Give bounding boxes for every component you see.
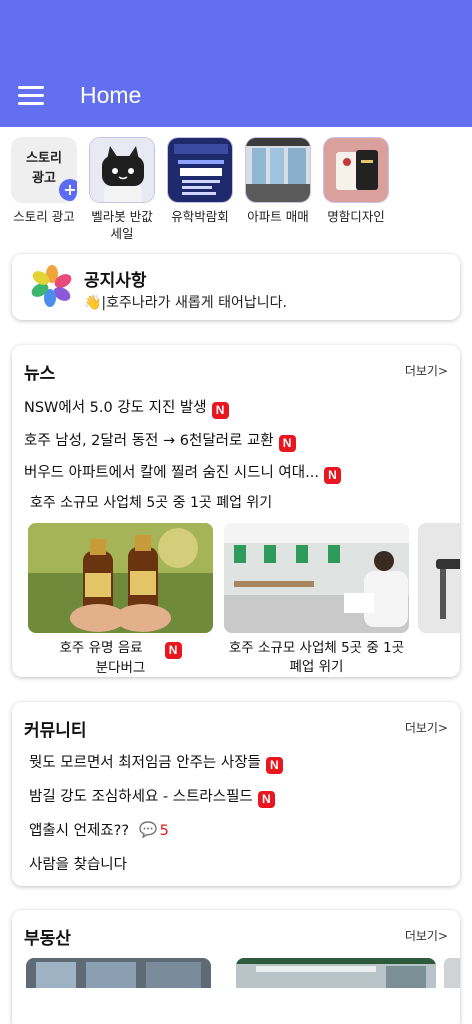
news-item[interactable]: 호주 소규모 사업체 5곳 중 1곳 폐업 위기 [30, 492, 272, 512]
news-thumb-card[interactable]: 호주 소규모 사업체 5곳 중 1곳 폐업 위기 [224, 523, 409, 673]
more-link[interactable]: 더보기> [405, 719, 448, 736]
new-badge: N [265, 757, 283, 774]
community-item-text: 밤길 강도 조심하세요 - 스트라스필드 [29, 789, 253, 805]
news-thumb-image [224, 523, 409, 633]
notice-subtitle: 👋|호주나라가 새롭게 태어납니다. [84, 295, 287, 311]
story-label: 벨라봇 반값 세일 [91, 209, 153, 241]
comment-count: 5 [159, 823, 169, 839]
story-thumb-poster [167, 137, 233, 203]
story-item-ad[interactable]: 스토리 광고 + 스토리 광고 [4, 137, 84, 225]
app-logo-icon [31, 265, 72, 307]
news-thumb-caption: 호주 유명 음료 N 분다버그 [28, 639, 213, 673]
new-badge: N [257, 791, 275, 808]
news-item[interactable]: NSW에서 5.0 강도 지진 발생 N [24, 396, 229, 419]
plus-icon[interactable]: + [59, 179, 77, 201]
comment-icon [138, 821, 157, 838]
news-thumb-caption: 호주 소규모 사업체 5곳 중 1곳 폐업 위기 [228, 640, 405, 673]
community-item-text: 사람을 찾습니다 [29, 857, 127, 873]
story-thumb: 스토리 광고 + [11, 137, 77, 203]
news-item-text: 호주 남성, 2달러 동전 → 6천달러로 교환 [24, 433, 274, 449]
story-thumb-cards [323, 137, 389, 203]
hamburger-menu-icon[interactable] [18, 86, 44, 106]
estate-thumb-image[interactable] [26, 958, 211, 988]
community-item[interactable]: 뭣도 모르면서 최저임금 안주는 사장들 N [29, 751, 283, 774]
story-item-fair[interactable]: 유학박람회 [160, 137, 240, 225]
news-section: 뉴스 더보기> NSW에서 5.0 강도 지진 발생 N 호주 남성, 2달러 동… [12, 345, 460, 677]
community-item[interactable]: 밤길 강도 조심하세요 - 스트라스필드 N [29, 785, 275, 808]
story-carousel: 스토리 광고 + 스토리 광고 벨라봇 반값 세일 유학박람회 아파트 매매 명… [0, 135, 472, 247]
new-badge: N [164, 642, 182, 659]
story-item-apartment[interactable]: 아파트 매매 [238, 137, 318, 225]
news-item-text: NSW에서 5.0 강도 지진 발생 [24, 400, 207, 416]
news-item[interactable]: 호주 남성, 2달러 동전 → 6천달러로 교환 N [24, 429, 296, 452]
new-badge: N [323, 467, 341, 484]
new-badge: N [278, 435, 296, 452]
story-label: 아파트 매매 [247, 209, 309, 224]
community-section: 커뮤니티 더보기> 뭣도 모르면서 최저임금 안주는 사장들 N 밤길 강도 조심… [12, 702, 460, 886]
real-estate-section: 부동산 더보기> [12, 910, 460, 1024]
more-link[interactable]: 더보기> [405, 362, 448, 379]
news-item-text: 호주 소규모 사업체 5곳 중 1곳 폐업 위기 [30, 495, 273, 511]
story-label: 스토리 광고 [13, 209, 75, 224]
community-item-text: 뭣도 모르면서 최저임금 안주는 사장들 [29, 755, 261, 771]
community-item-text: 앱출시 언제죠?? [29, 823, 130, 839]
news-item-text: 버우드 아파트에서 칼에 찔려 숨진 시드니 여대... [24, 465, 319, 481]
app-bar: Home [0, 0, 472, 127]
community-item[interactable]: 사람을 찾습니다 [29, 853, 127, 874]
estate-thumb-image[interactable] [236, 958, 436, 988]
story-item-card[interactable]: 명함디자인 [316, 137, 396, 225]
news-thumb-image [418, 523, 460, 633]
notice-card[interactable]: 공지사항 👋|호주나라가 새롭게 태어납니다. [12, 254, 460, 320]
story-label: 유학박람회 [171, 209, 229, 224]
news-thumbnails: 호주 유명 음료 N 분다버그 호주 소규모 사업체 5곳 중 1곳 폐업 위기 [28, 523, 460, 673]
section-title: 부동산 [24, 929, 71, 949]
new-badge: N [211, 402, 229, 419]
news-thumb-card[interactable] [418, 523, 460, 633]
more-link[interactable]: 더보기> [405, 927, 448, 944]
estate-thumb-image[interactable] [444, 958, 460, 988]
story-item-bellabot[interactable]: 벨라봇 반값 세일 [82, 137, 162, 242]
page-title: Home [80, 82, 142, 108]
story-label: 명함디자인 [327, 209, 385, 224]
news-item[interactable]: 버우드 아파트에서 칼에 찔려 숨진 시드니 여대... N [24, 461, 341, 484]
notice-title: 공지사항 [84, 271, 147, 291]
story-thumb-apartment [245, 137, 311, 203]
news-thumb-image [28, 523, 213, 633]
community-item[interactable]: 앱출시 언제죠?? 5 [29, 819, 169, 840]
section-title: 뉴스 [24, 364, 56, 384]
section-title: 커뮤니티 [24, 721, 87, 741]
news-thumb-card[interactable]: 호주 유명 음료 N 분다버그 [28, 523, 213, 673]
story-thumb-robot [89, 137, 155, 203]
